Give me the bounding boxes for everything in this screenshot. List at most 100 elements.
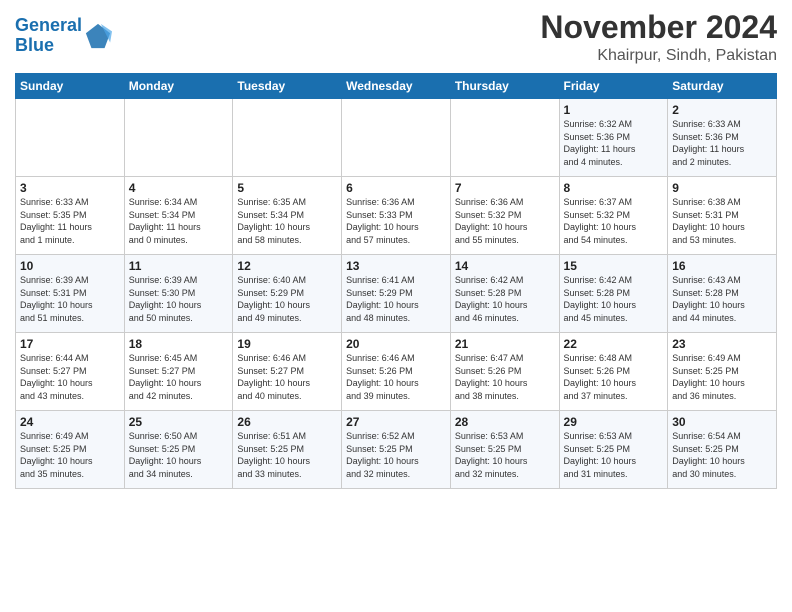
week-row-1: 1Sunrise: 6:32 AM Sunset: 5:36 PM Daylig… [16, 99, 777, 177]
calendar-cell: 21Sunrise: 6:47 AM Sunset: 5:26 PM Dayli… [450, 333, 559, 411]
day-number: 24 [20, 415, 120, 429]
calendar-cell: 18Sunrise: 6:45 AM Sunset: 5:27 PM Dayli… [124, 333, 233, 411]
day-number: 2 [672, 103, 772, 117]
day-number: 5 [237, 181, 337, 195]
day-number: 15 [564, 259, 664, 273]
day-info: Sunrise: 6:32 AM Sunset: 5:36 PM Dayligh… [564, 118, 664, 168]
calendar-cell: 16Sunrise: 6:43 AM Sunset: 5:28 PM Dayli… [668, 255, 777, 333]
day-info: Sunrise: 6:35 AM Sunset: 5:34 PM Dayligh… [237, 196, 337, 246]
day-info: Sunrise: 6:42 AM Sunset: 5:28 PM Dayligh… [455, 274, 555, 324]
day-info: Sunrise: 6:42 AM Sunset: 5:28 PM Dayligh… [564, 274, 664, 324]
day-info: Sunrise: 6:46 AM Sunset: 5:27 PM Dayligh… [237, 352, 337, 402]
calendar-cell [124, 99, 233, 177]
day-info: Sunrise: 6:47 AM Sunset: 5:26 PM Dayligh… [455, 352, 555, 402]
day-number: 11 [129, 259, 229, 273]
main-title: November 2024 [540, 10, 777, 45]
calendar-cell [342, 99, 451, 177]
calendar-cell: 8Sunrise: 6:37 AM Sunset: 5:32 PM Daylig… [559, 177, 668, 255]
calendar-cell: 28Sunrise: 6:53 AM Sunset: 5:25 PM Dayli… [450, 411, 559, 489]
calendar-cell: 6Sunrise: 6:36 AM Sunset: 5:33 PM Daylig… [342, 177, 451, 255]
day-info: Sunrise: 6:37 AM Sunset: 5:32 PM Dayligh… [564, 196, 664, 246]
day-info: Sunrise: 6:53 AM Sunset: 5:25 PM Dayligh… [564, 430, 664, 480]
day-number: 29 [564, 415, 664, 429]
day-number: 16 [672, 259, 772, 273]
day-info: Sunrise: 6:52 AM Sunset: 5:25 PM Dayligh… [346, 430, 446, 480]
calendar-cell [233, 99, 342, 177]
subtitle: Khairpur, Sindh, Pakistan [540, 47, 777, 65]
col-header-monday: Monday [124, 74, 233, 99]
day-info: Sunrise: 6:51 AM Sunset: 5:25 PM Dayligh… [237, 430, 337, 480]
calendar-cell: 14Sunrise: 6:42 AM Sunset: 5:28 PM Dayli… [450, 255, 559, 333]
week-row-5: 24Sunrise: 6:49 AM Sunset: 5:25 PM Dayli… [16, 411, 777, 489]
col-header-friday: Friday [559, 74, 668, 99]
calendar-cell: 7Sunrise: 6:36 AM Sunset: 5:32 PM Daylig… [450, 177, 559, 255]
calendar-cell: 13Sunrise: 6:41 AM Sunset: 5:29 PM Dayli… [342, 255, 451, 333]
calendar-cell: 12Sunrise: 6:40 AM Sunset: 5:29 PM Dayli… [233, 255, 342, 333]
day-info: Sunrise: 6:44 AM Sunset: 5:27 PM Dayligh… [20, 352, 120, 402]
calendar-cell: 22Sunrise: 6:48 AM Sunset: 5:26 PM Dayli… [559, 333, 668, 411]
calendar-cell: 10Sunrise: 6:39 AM Sunset: 5:31 PM Dayli… [16, 255, 125, 333]
calendar-cell: 17Sunrise: 6:44 AM Sunset: 5:27 PM Dayli… [16, 333, 125, 411]
day-number: 19 [237, 337, 337, 351]
day-number: 28 [455, 415, 555, 429]
calendar-cell: 25Sunrise: 6:50 AM Sunset: 5:25 PM Dayli… [124, 411, 233, 489]
day-number: 21 [455, 337, 555, 351]
col-header-thursday: Thursday [450, 74, 559, 99]
calendar-cell: 2Sunrise: 6:33 AM Sunset: 5:36 PM Daylig… [668, 99, 777, 177]
day-number: 6 [346, 181, 446, 195]
calendar-cell: 19Sunrise: 6:46 AM Sunset: 5:27 PM Dayli… [233, 333, 342, 411]
day-info: Sunrise: 6:49 AM Sunset: 5:25 PM Dayligh… [672, 352, 772, 402]
day-number: 18 [129, 337, 229, 351]
day-number: 30 [672, 415, 772, 429]
calendar-table: SundayMondayTuesdayWednesdayThursdayFrid… [15, 73, 777, 489]
logo-text: GeneralBlue [15, 16, 82, 56]
calendar-cell: 23Sunrise: 6:49 AM Sunset: 5:25 PM Dayli… [668, 333, 777, 411]
day-info: Sunrise: 6:45 AM Sunset: 5:27 PM Dayligh… [129, 352, 229, 402]
calendar-cell: 5Sunrise: 6:35 AM Sunset: 5:34 PM Daylig… [233, 177, 342, 255]
calendar-cell: 1Sunrise: 6:32 AM Sunset: 5:36 PM Daylig… [559, 99, 668, 177]
calendar-cell: 15Sunrise: 6:42 AM Sunset: 5:28 PM Dayli… [559, 255, 668, 333]
title-block: November 2024 Khairpur, Sindh, Pakistan [540, 10, 777, 65]
calendar-cell: 26Sunrise: 6:51 AM Sunset: 5:25 PM Dayli… [233, 411, 342, 489]
day-number: 8 [564, 181, 664, 195]
week-row-3: 10Sunrise: 6:39 AM Sunset: 5:31 PM Dayli… [16, 255, 777, 333]
day-number: 25 [129, 415, 229, 429]
day-number: 23 [672, 337, 772, 351]
calendar-cell: 24Sunrise: 6:49 AM Sunset: 5:25 PM Dayli… [16, 411, 125, 489]
calendar-cell: 20Sunrise: 6:46 AM Sunset: 5:26 PM Dayli… [342, 333, 451, 411]
day-info: Sunrise: 6:33 AM Sunset: 5:35 PM Dayligh… [20, 196, 120, 246]
day-number: 12 [237, 259, 337, 273]
day-info: Sunrise: 6:39 AM Sunset: 5:30 PM Dayligh… [129, 274, 229, 324]
day-number: 4 [129, 181, 229, 195]
day-info: Sunrise: 6:41 AM Sunset: 5:29 PM Dayligh… [346, 274, 446, 324]
day-number: 9 [672, 181, 772, 195]
day-info: Sunrise: 6:53 AM Sunset: 5:25 PM Dayligh… [455, 430, 555, 480]
day-info: Sunrise: 6:46 AM Sunset: 5:26 PM Dayligh… [346, 352, 446, 402]
calendar-cell: 30Sunrise: 6:54 AM Sunset: 5:25 PM Dayli… [668, 411, 777, 489]
day-info: Sunrise: 6:43 AM Sunset: 5:28 PM Dayligh… [672, 274, 772, 324]
calendar-cell [450, 99, 559, 177]
calendar-cell: 29Sunrise: 6:53 AM Sunset: 5:25 PM Dayli… [559, 411, 668, 489]
day-info: Sunrise: 6:38 AM Sunset: 5:31 PM Dayligh… [672, 196, 772, 246]
day-info: Sunrise: 6:50 AM Sunset: 5:25 PM Dayligh… [129, 430, 229, 480]
day-number: 7 [455, 181, 555, 195]
calendar-header-row: SundayMondayTuesdayWednesdayThursdayFrid… [16, 74, 777, 99]
week-row-4: 17Sunrise: 6:44 AM Sunset: 5:27 PM Dayli… [16, 333, 777, 411]
week-row-2: 3Sunrise: 6:33 AM Sunset: 5:35 PM Daylig… [16, 177, 777, 255]
logo: GeneralBlue [15, 16, 112, 56]
col-header-sunday: Sunday [16, 74, 125, 99]
col-header-saturday: Saturday [668, 74, 777, 99]
day-info: Sunrise: 6:36 AM Sunset: 5:32 PM Dayligh… [455, 196, 555, 246]
day-number: 20 [346, 337, 446, 351]
day-info: Sunrise: 6:54 AM Sunset: 5:25 PM Dayligh… [672, 430, 772, 480]
day-number: 17 [20, 337, 120, 351]
day-number: 1 [564, 103, 664, 117]
calendar-cell [16, 99, 125, 177]
day-number: 10 [20, 259, 120, 273]
calendar-cell: 3Sunrise: 6:33 AM Sunset: 5:35 PM Daylig… [16, 177, 125, 255]
page-container: GeneralBlue November 2024 Khairpur, Sind… [0, 0, 792, 499]
day-info: Sunrise: 6:36 AM Sunset: 5:33 PM Dayligh… [346, 196, 446, 246]
calendar-cell: 9Sunrise: 6:38 AM Sunset: 5:31 PM Daylig… [668, 177, 777, 255]
day-info: Sunrise: 6:40 AM Sunset: 5:29 PM Dayligh… [237, 274, 337, 324]
day-number: 3 [20, 181, 120, 195]
